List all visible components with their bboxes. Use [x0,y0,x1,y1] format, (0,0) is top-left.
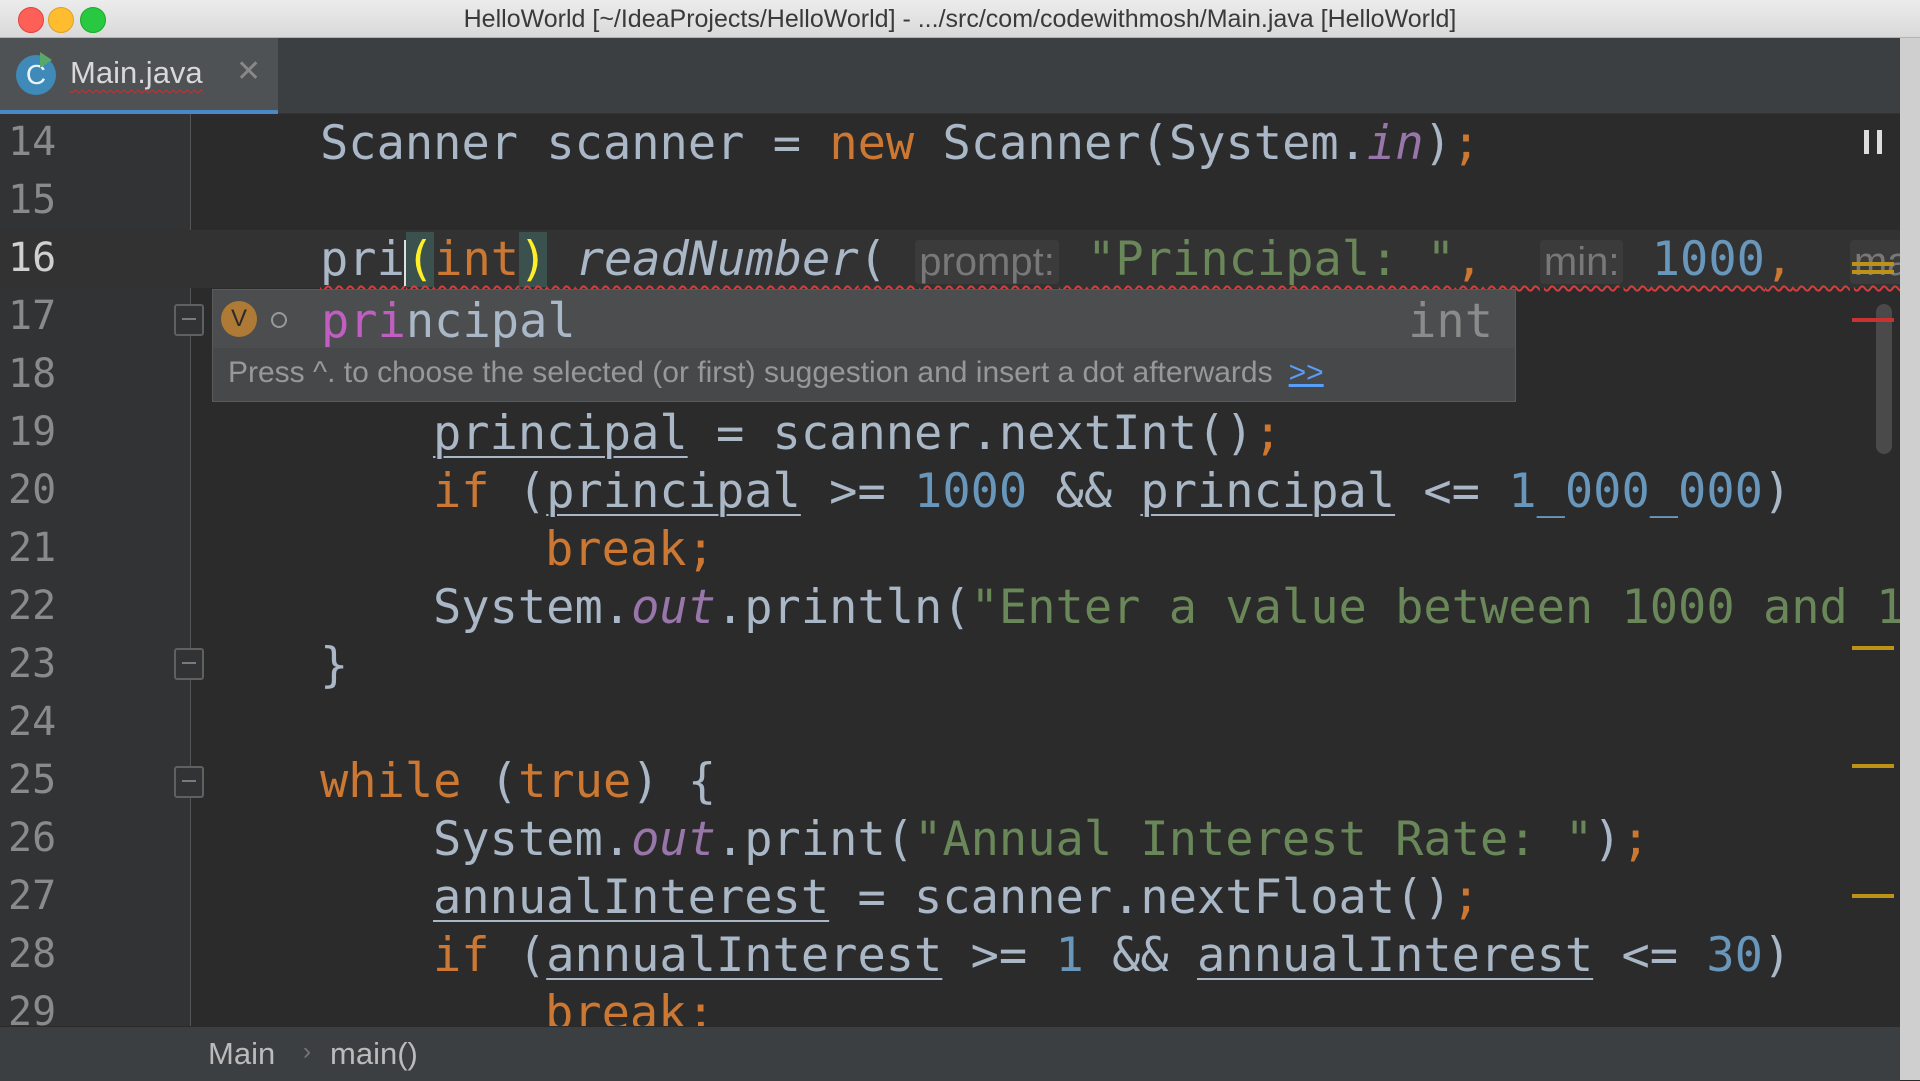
code-text: if (principal >= 1000 && principal <= 1_… [433,464,1792,519]
code-text: principal = scanner.nextInt(); [433,406,1282,461]
line-number: 29 [8,989,57,1026]
code-line[interactable]: 24 [0,694,1900,752]
pause-icon[interactable] [1864,130,1882,154]
tab-label: Main.java [70,55,203,90]
code-line[interactable]: 25 while (true) { [0,752,1900,810]
code-text-with-error: pri(int) readNumber( prompt: "Principal:… [320,232,1900,287]
current-code-line[interactable]: 16 pri(int) readNumber( prompt: "Princip… [0,230,1900,288]
code-line[interactable]: 15 [0,172,1900,230]
completion-item-label: principal [321,294,576,349]
code-text: } [320,638,349,693]
code-text: if (annualInterest >= 1 && annualInteres… [433,928,1792,983]
breadcrumb-method[interactable]: main() [330,1036,418,1072]
breadcrumb-class[interactable]: Main [208,1036,275,1072]
code-text: annualInterest = scanner.nextFloat(); [433,870,1480,925]
completion-item-type: int [1408,294,1493,349]
code-text: break; [545,522,715,577]
editor-tab-bar: C Main.java ✕ [0,38,1900,114]
code-text: System.out.print("Annual Interest Rate: … [433,812,1650,867]
completion-more-link[interactable]: >> [1289,356,1324,389]
code-line[interactable]: 27 annualInterest = scanner.nextFloat(); [0,868,1900,926]
line-number: 25 [8,757,57,803]
line-number: 17 [8,293,57,339]
line-number: 24 [8,699,57,745]
breadcrumb: Main › main() [0,1026,1900,1081]
warning-marker[interactable] [1852,270,1894,274]
code-line[interactable]: 29 break; [0,984,1900,1026]
code-completion-popup: V principal int Press ^. to choose the s… [212,289,1516,402]
code-text: while (true) { [320,754,717,809]
line-number: 22 [8,583,57,629]
code-line[interactable]: 14 Scanner scanner = new Scanner(System.… [0,114,1900,172]
line-number: 21 [8,525,57,571]
error-marker[interactable] [1852,318,1894,322]
ide-window: HelloWorld [~/IdeaProjects/HelloWorld] -… [0,0,1920,1081]
warning-marker[interactable] [1852,764,1894,768]
code-line[interactable]: 23 } [0,636,1900,694]
close-tab-icon[interactable]: ✕ [236,54,261,89]
code-text: Scanner scanner = new Scanner(System.in)… [320,116,1481,171]
code-line[interactable]: 19 principal = scanner.nextInt(); [0,404,1900,462]
line-number: 26 [8,815,57,861]
line-number: 16 [8,235,57,281]
code-line[interactable]: 21 break; [0,520,1900,578]
variable-icon: V [221,301,257,337]
line-number: 15 [8,177,57,223]
window-title: HelloWorld [~/IdeaProjects/HelloWorld] -… [463,5,1457,33]
warning-marker[interactable] [1852,894,1894,898]
line-number: 18 [8,351,57,397]
completion-hint-text: Press ^. to choose the selected (or firs… [228,356,1324,389]
code-line[interactable]: 20 if (principal >= 1000 && principal <=… [0,462,1900,520]
fold-marker-icon[interactable] [174,304,204,336]
code-line[interactable]: 22 System.out.println("Enter a value bet… [0,578,1900,636]
fold-marker-icon[interactable] [174,766,204,798]
visibility-icon [271,312,287,328]
line-number: 14 [8,119,57,165]
fold-marker-icon[interactable] [174,648,204,680]
code-text: System.out.println("Enter a value betwee… [433,580,1900,635]
breadcrumb-separator-icon: › [303,1038,311,1065]
vertical-scrollbar[interactable] [1876,304,1892,454]
code-line[interactable]: 26 System.out.print("Annual Interest Rat… [0,810,1900,868]
line-number: 19 [8,409,57,455]
title-bar: HelloWorld [~/IdeaProjects/HelloWorld] -… [0,0,1920,38]
warning-marker[interactable] [1852,262,1894,266]
line-number: 20 [8,467,57,513]
tab-main-java[interactable]: C Main.java ✕ [0,38,278,114]
window-edge [1900,38,1920,1080]
warning-marker[interactable] [1852,646,1894,650]
code-line[interactable]: 28 if (annualInterest >= 1 && annualInte… [0,926,1900,984]
completion-item-principal[interactable]: V principal int [213,290,1515,349]
line-number: 27 [8,873,57,919]
code-text: break; [545,986,715,1026]
run-badge-icon [40,52,52,68]
code-editor[interactable]: 14 Scanner scanner = new Scanner(System.… [0,114,1900,1026]
line-number: 28 [8,931,57,977]
line-number: 23 [8,641,57,687]
